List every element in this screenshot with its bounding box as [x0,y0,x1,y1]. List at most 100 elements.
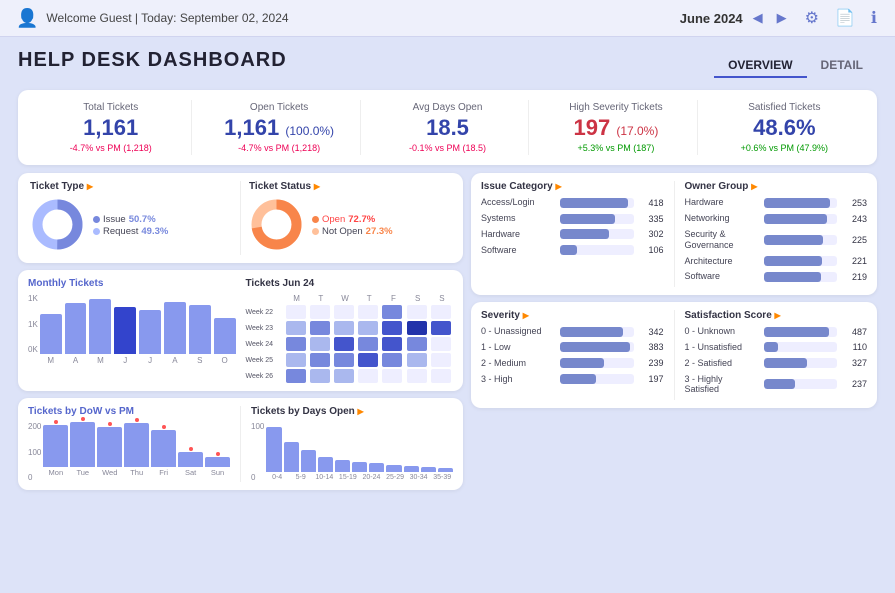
bar-fill [764,198,830,208]
heatmap-cell [310,369,330,383]
bar-value: 197 [638,374,664,384]
dow-bar-wrap-4: Fri [151,425,176,478]
heatmap-section: Tickets Jun 24 MTWTFSSWeek 22Week 23Week… [246,278,454,383]
heatmap-day-header: T [358,294,380,303]
owner-group-arrow: ▶ [751,182,757,191]
bar-track [764,379,838,389]
bar-label: Software [685,271,760,282]
issue-category-section: Issue Category ▶ Access/Login418Systems3… [481,181,664,287]
heatmap-empty-header [246,294,284,303]
kpi-high-change: +5.3% vs PM (187) [543,143,688,153]
user-info: 👤 Welcome Guest | Today: September 02, 2… [16,8,289,29]
request-dot [93,228,100,235]
bar-track [764,342,838,352]
heatmap-cell [407,305,427,319]
dow-bar-wrap-5: Sat [178,447,203,477]
monthly-bar-3 [114,307,136,355]
dow-y-labels: 200 100 0 [28,422,41,482]
kpi-open-tickets: Open Tickets 1,161 (100.0%) -4.7% vs PM … [198,100,360,155]
dow-day-label: Tue [76,468,89,477]
heatmap-cell [334,321,354,335]
bar-row: 0 - Unassigned342 [481,326,664,337]
dow-bar-wrap-1: Tue [70,417,95,477]
severity-satisfaction-container: Severity ▶ 0 - Unassigned3421 - Low3832 … [481,310,867,400]
monthly-bar-6 [189,305,211,355]
days-open-bar-3 [318,457,333,472]
satisfaction-title: Satisfaction Score ▶ [685,310,868,321]
bar-track [764,198,838,208]
days-open-bar-1 [284,442,299,472]
days-open-bar-7 [386,465,401,473]
next-month-button[interactable]: ▶ [773,8,791,28]
bar-fill [764,342,779,352]
heatmap-cell [334,369,354,383]
kpi-avg-change: -0.1% vs PM (18.5) [375,143,520,153]
monthly-bar-0 [40,314,62,354]
ticket-status-donut [249,197,304,255]
ticket-status-legend: Open 72.7% Not Open 27.3% [312,214,393,238]
bar-value: 487 [841,327,867,337]
heatmap-day-header: W [334,294,356,303]
bar-fill [764,379,796,389]
severity-section: Severity ▶ 0 - Unassigned3421 - Low3832 … [481,310,664,400]
heatmap-week-label: Week 24 [246,337,284,351]
heatmap-cell [407,321,427,335]
heatmap-day-header: S [431,294,453,303]
bar-row: 1 - Unsatisfied110 [685,342,868,353]
kpi-open-label: Open Tickets [206,102,351,113]
bar-value: 237 [841,379,867,389]
dow-dot-6 [216,452,220,456]
days-open-bar-4 [335,460,350,473]
heatmap-cell [431,305,451,319]
heatmap-day-header: M [286,294,308,303]
heatmap-cell [310,353,330,367]
bar-row: Hardware302 [481,229,664,240]
legend-open: Open 72.7% [312,214,393,225]
heatmap-cell [358,321,378,335]
user-label: Welcome Guest | Today: September 02, 202… [46,11,288,25]
kpi-avg-label: Avg Days Open [375,102,520,113]
ticket-status-title: Ticket Status ▶ [249,181,451,192]
days-open-bar-2 [301,450,316,473]
dow-daysopen-divider [240,406,241,482]
kpi-high-severity: High Severity Tickets 197 (17.0%) +5.3% … [535,100,697,155]
donut-chart-status [249,197,304,252]
export-icon[interactable]: 📄 [833,6,857,30]
bar-fill [560,342,630,352]
bar-label: Access/Login [481,197,556,208]
bar-fill [764,358,808,368]
prev-month-button[interactable]: ◀ [749,8,767,28]
heatmap-cell [358,305,378,319]
bar-value: 342 [638,327,664,337]
bar-row: Software106 [481,245,664,256]
days-open-bar-6 [369,463,384,472]
monthly-bar-4 [139,310,161,354]
tab-detail[interactable]: DETAIL [807,54,877,78]
bar-label: Hardware [481,229,556,240]
heatmap-cell [334,337,354,351]
heatmap-cell [358,369,378,383]
filter-icon[interactable]: ⚙ [803,6,821,30]
bar-fill [560,229,609,239]
heatmap-cell [431,321,451,335]
days-open-title: Tickets by Days Open ▶ [251,406,453,417]
heatmap-cell [334,305,354,319]
issue-category-title: Issue Category ▶ [481,181,664,192]
kpi-satisfied: Satisfied Tickets 48.6% +0.6% vs PM (47.… [704,100,865,155]
dow-bar-0 [43,425,68,468]
bar-row: Security & Governance225 [685,229,868,251]
heatmap-grid: MTWTFSSWeek 22Week 23Week 24Week 25Week … [246,294,454,383]
dow-bar-wrap-2: Wed [97,422,122,477]
info-icon[interactable]: ℹ [869,6,879,30]
dow-bar-2 [97,427,122,467]
tab-group: OVERVIEW DETAIL [714,54,877,78]
bar-label: 1 - Unsatisfied [685,342,760,353]
bar-value: 225 [841,235,867,245]
bar-row: Networking243 [685,213,868,224]
kpi-high-value: 197 (17.0%) [543,115,688,141]
tab-overview[interactable]: OVERVIEW [714,54,806,78]
ticket-type-section: Ticket Type ▶ [30,181,232,255]
dow-bar-wrap-6: Sun [205,452,230,477]
days-open-bar-10 [438,468,453,472]
severity-satisfaction-divider [674,310,675,400]
